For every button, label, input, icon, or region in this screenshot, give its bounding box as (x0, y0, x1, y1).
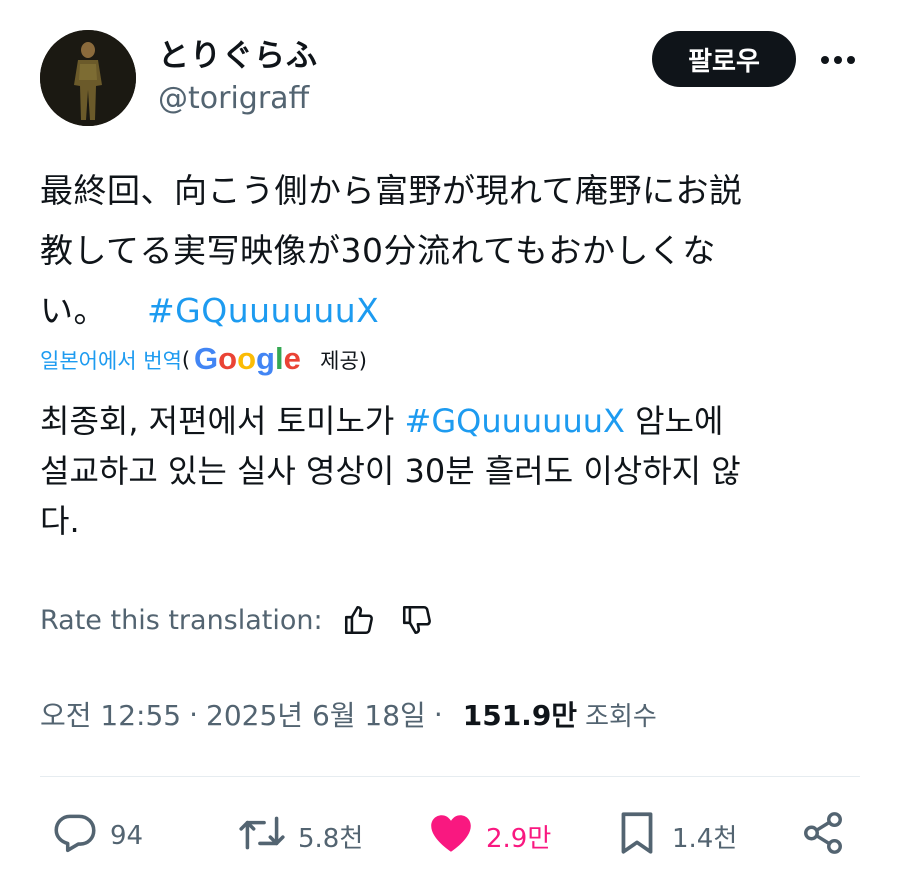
tweet-text-line: 教してる実写映像が30分流れてもおかしくな (40, 231, 716, 270)
share-icon (800, 810, 846, 863)
repost-button[interactable]: 5.8천 (236, 808, 363, 864)
like-count: 2.9만 (486, 823, 552, 854)
avatar[interactable] (40, 30, 136, 126)
tweet-text-line: 最終回、向こう側から富野が現れて庵野にお説 (40, 171, 743, 210)
divider (40, 776, 860, 777)
separator-dot: · (433, 697, 443, 731)
separator-dot: · (189, 697, 199, 731)
provided-label: 제공) (320, 349, 367, 373)
follow-button[interactable]: 팔로우 (652, 31, 796, 87)
svg-text:Google: Google (194, 342, 301, 376)
paren-open: ( (181, 348, 191, 372)
rate-label: Rate this translation: (40, 604, 323, 636)
repost-icon (236, 808, 288, 865)
display-name[interactable]: とりぐらふ (158, 30, 318, 75)
google-logo: Google (194, 342, 306, 378)
rate-translation: Rate this translation: (40, 598, 439, 642)
hashtag-link[interactable]: #GQuuuuuuX (405, 402, 625, 440)
user-handle[interactable]: @torigraff (158, 81, 309, 116)
reply-button[interactable]: 94 (50, 808, 143, 864)
tweet-text: い。 (40, 291, 107, 330)
hashtag-link[interactable]: #GQuuuuuuX (147, 291, 379, 330)
bookmark-icon (612, 808, 662, 865)
like-button[interactable]: 2.9만 (426, 808, 551, 864)
reply-icon (50, 808, 100, 865)
thumbs-up-icon[interactable] (337, 598, 381, 642)
tweet-meta: 오전 12:55 · 2025년 6월 18일 · 151.9만 조회수 (40, 692, 657, 736)
heart-icon (426, 808, 476, 865)
bookmark-button[interactable]: 1.4천 (612, 808, 737, 864)
views-count: 151.9만 (462, 699, 578, 732)
translation-text: 암노에 (624, 402, 724, 440)
translation-text-line: 설교하고 있는 실사 영상이 30분 흘러도 이상하지 않 (40, 452, 741, 490)
translation-attribution: 일본어에서 번역 ( Google 제공) (40, 340, 367, 380)
views-label: 조회수 (585, 701, 657, 732)
bookmark-count: 1.4천 (672, 823, 738, 854)
reply-count: 94 (110, 821, 144, 851)
repost-count: 5.8천 (298, 823, 364, 854)
tweet-text-line: い。 #GQuuuuuuX (40, 284, 379, 332)
translated-from-link[interactable]: 일본어에서 번역 (40, 345, 182, 375)
share-button[interactable] (800, 808, 846, 864)
translation-text: 최종회, 저편에서 토미노가 (40, 402, 405, 440)
tweet-date[interactable]: 2025년 6월 18일 (206, 694, 426, 734)
tweet-time[interactable]: 오전 12:55 (40, 694, 181, 734)
more-horizontal-icon[interactable] (814, 42, 862, 78)
translation-text-line: 최종회, 저편에서 토미노가 #GQuuuuuuX 암노에 (40, 396, 723, 442)
translation-text-line: 다. (40, 502, 80, 540)
thumbs-down-icon[interactable] (395, 598, 439, 642)
